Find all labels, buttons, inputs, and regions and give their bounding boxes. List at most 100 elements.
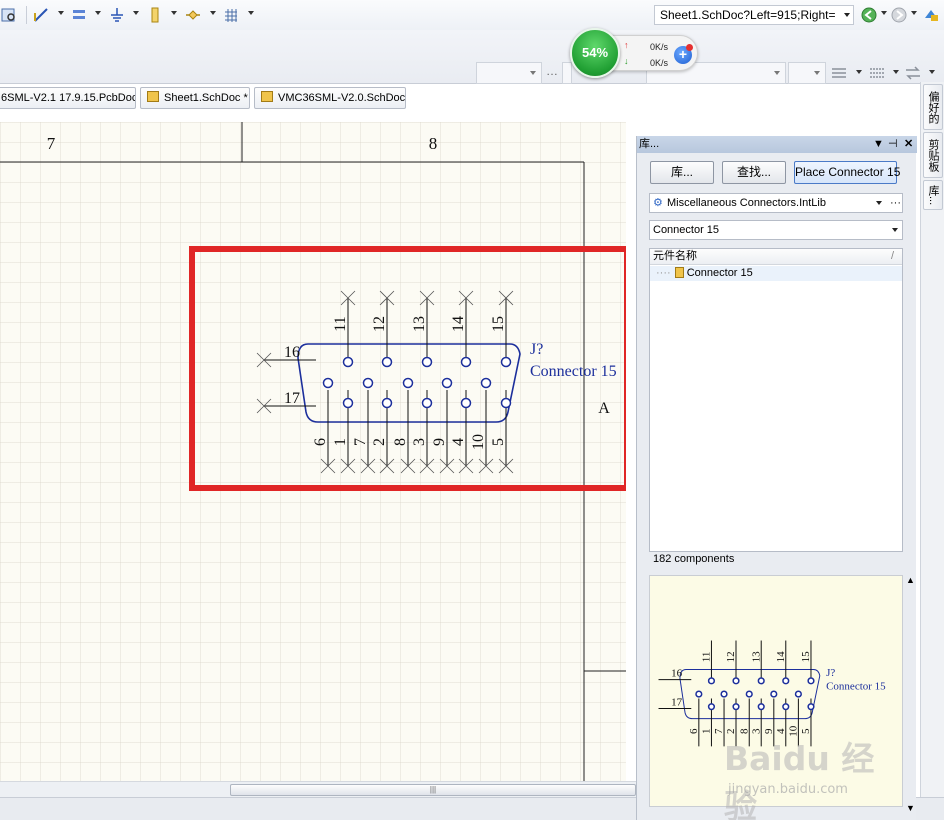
pin-icon[interactable]: ⊣ (888, 136, 898, 153)
preview-scrollbar[interactable]: ▲ ▼ (905, 575, 916, 817)
chevron-down-icon[interactable] (171, 11, 177, 15)
chevron-down-icon[interactable] (881, 11, 887, 15)
pin-number: 16 (671, 668, 683, 680)
tab-libraries[interactable]: 库... (923, 180, 943, 210)
component-list[interactable]: 元件名称 / ···· Connector 15 (649, 248, 903, 552)
junction-icon[interactable] (184, 6, 202, 24)
designator: J? (826, 667, 835, 679)
tab-sheet1[interactable]: Sheet1.SchDoc * (140, 87, 250, 109)
pin-number: 4 (450, 438, 467, 446)
pin-circle (342, 356, 354, 368)
chevron-down-icon[interactable] (892, 228, 898, 232)
bus-tool-icon[interactable] (70, 6, 88, 24)
tab-favorites[interactable]: 偏好的 (923, 84, 943, 130)
wire-tool-icon[interactable] (32, 6, 50, 24)
schematic-canvas[interactable]: 7 8 A 11 12 13 14 15 16 17 6 1 7 2 8 3 9 4 10 5 J? Connect… (0, 122, 626, 781)
horizontal-scrollbar[interactable]: ||| (0, 781, 636, 797)
chevron-down-icon[interactable] (876, 201, 882, 205)
pin-circle (707, 703, 716, 711)
pin-circle (421, 356, 433, 368)
download-arrow-icon: ↓ (624, 56, 629, 66)
pin-circle (807, 703, 815, 711)
pin-number: 16 (284, 344, 300, 361)
pin-circle (342, 397, 354, 409)
library-select[interactable]: ⚙ Miscellaneous Connectors.IntLib ··· (649, 193, 903, 213)
scroll-up-icon[interactable]: ▲ (906, 575, 915, 585)
pin-number: 13 (411, 316, 428, 332)
pin-circle (720, 690, 728, 698)
tab-vmc36sml[interactable]: VMC36SML-V2.0.SchDoc (254, 87, 406, 109)
document-tabs: 6SML-V2.1 17.9.15.PcbDoc Sheet1.SchDoc *… (0, 86, 920, 110)
library-icon: ⚙ (653, 197, 663, 209)
arrange-icon[interactable] (904, 64, 922, 82)
connector-component[interactable]: 11 12 13 14 1516176 1 7 2 8 3 9 4 10 5J?Connector 15 (256, 290, 617, 474)
pin-number: 1 (332, 438, 349, 446)
grid-icon[interactable] (222, 6, 240, 24)
panel-menu-icon[interactable]: ▼ (873, 136, 884, 153)
chevron-down-icon[interactable] (844, 13, 850, 17)
chevron-down-icon[interactable] (856, 70, 862, 74)
close-icon[interactable]: ✕ (904, 136, 913, 153)
align-icon[interactable] (830, 64, 848, 82)
zone-label-7: 7 (47, 134, 56, 153)
place-component-button[interactable]: Place Connector 15 (794, 161, 900, 184)
inspect-icon[interactable] (0, 6, 18, 24)
tab-pcbdoc[interactable]: 6SML-V2.1 17.9.15.PcbDoc (0, 87, 136, 109)
address-field[interactable]: Sheet1.SchDoc?Left=915;Right= (654, 5, 854, 25)
chevron-down-icon[interactable] (210, 11, 216, 15)
chevron-down-icon[interactable] (929, 70, 935, 74)
pin-circle (381, 397, 393, 409)
scrollbar-thumb[interactable]: ||| (230, 784, 636, 796)
library-panel: 库... ▼ ⊣ ✕ 库... 查找... Place Connector 15… (636, 136, 917, 820)
ellipsis-icon[interactable]: … (546, 64, 558, 78)
chevron-down-icon[interactable] (911, 11, 917, 15)
chevron-down-icon[interactable] (893, 70, 899, 74)
toolbar-combo[interactable] (788, 62, 826, 84)
watermark: Baidu 经验 jingyan.baidu.com (724, 732, 904, 820)
pin-number: 6 (688, 728, 700, 734)
pin-number: 17 (284, 390, 300, 407)
pin-circle (381, 356, 393, 368)
pin-circle (757, 703, 765, 711)
nav-back-icon[interactable] (860, 6, 878, 24)
pin-circle (460, 356, 472, 368)
pin-circle (794, 690, 802, 698)
list-header[interactable]: 元件名称 / (650, 249, 902, 265)
plugin-icon[interactable] (922, 6, 940, 24)
ground-icon[interactable] (108, 6, 126, 24)
filter-field[interactable]: Connector 15 (649, 220, 903, 240)
pin-number: 12 (371, 316, 388, 332)
distribute-icon[interactable] (868, 64, 886, 82)
port-icon[interactable] (146, 6, 164, 24)
scroll-down-icon[interactable]: ▼ (906, 803, 915, 813)
notification-dot (686, 44, 693, 51)
list-item[interactable]: ···· Connector 15 (650, 266, 902, 281)
more-options-icon[interactable]: ··· (890, 194, 901, 212)
pin-circle (362, 377, 374, 389)
app-window: Sheet1.SchDoc?Left=915;Right= … 54% ↑ ↓ … (0, 0, 944, 820)
nav-forward-icon[interactable] (890, 6, 908, 24)
pin-circle (441, 377, 453, 389)
chevron-down-icon[interactable] (95, 11, 101, 15)
tree-line-icon: ···· (656, 267, 671, 279)
chevron-down-icon[interactable] (248, 11, 254, 15)
pin-circle (807, 677, 815, 685)
tab-clipboard[interactable]: 剪贴板 (923, 132, 943, 178)
pin-number: 6 (312, 438, 329, 446)
pin-circle (707, 677, 716, 685)
sort-icon[interactable]: / (891, 249, 894, 264)
pin-number: 11 (332, 316, 349, 331)
filter-value: Connector 15 (653, 224, 720, 236)
network-monitor-widget[interactable]: 54% ↑ ↓ 0K/s 0K/s + (570, 28, 700, 78)
search-button[interactable]: 查找... (722, 161, 786, 184)
zone-label-a: A (598, 400, 610, 417)
library-button[interactable]: 库... (650, 161, 714, 184)
pin-number: 14 (775, 651, 787, 663)
comment: Connector 15 (826, 681, 886, 693)
download-speed: 0K/s (650, 58, 669, 68)
chevron-down-icon[interactable] (58, 11, 64, 15)
toolbar-combo[interactable] (476, 62, 542, 84)
panel-title: 库... (639, 138, 660, 150)
library-name: Miscellaneous Connectors.IntLib (667, 197, 826, 209)
chevron-down-icon[interactable] (133, 11, 139, 15)
